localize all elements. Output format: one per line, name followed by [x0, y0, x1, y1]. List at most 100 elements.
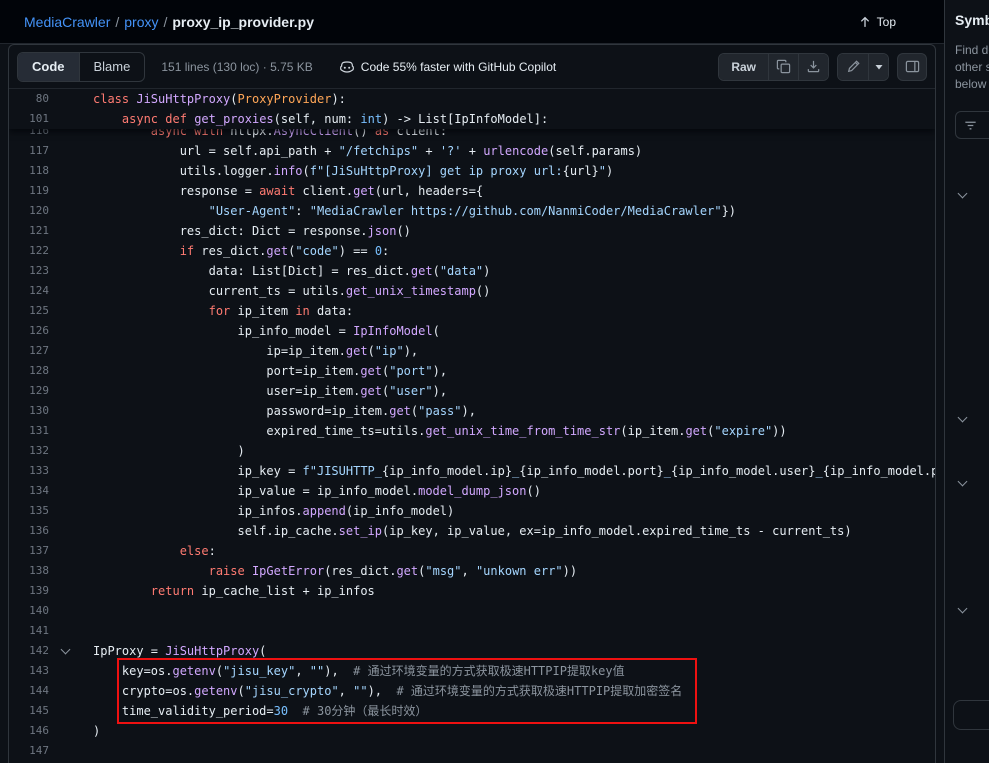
- chevron-down-icon[interactable]: [958, 477, 968, 487]
- symbols-filter-input[interactable]: [955, 111, 989, 139]
- code-line: 147: [9, 741, 935, 761]
- code-text: "User-Agent": "MediaCrawler https://gith…: [77, 201, 736, 221]
- chevron-slot: [57, 221, 77, 241]
- line-number[interactable]: 119: [9, 181, 57, 201]
- breadcrumb-dir-link[interactable]: proxy: [124, 14, 158, 30]
- line-number[interactable]: 136: [9, 521, 57, 541]
- chevron-down-icon: [874, 62, 884, 72]
- chevron-slot: [57, 321, 77, 341]
- tab-blame[interactable]: Blame: [80, 53, 145, 81]
- line-number[interactable]: 147: [9, 741, 57, 761]
- code-line: 135 ip_infos.append(ip_info_model): [9, 501, 935, 521]
- edit-dropdown-button[interactable]: [868, 54, 888, 80]
- code-text: res_dict: Dict = response.json(): [77, 221, 411, 241]
- line-number[interactable]: 145: [9, 701, 57, 721]
- line-number[interactable]: 142: [9, 641, 57, 661]
- line-number[interactable]: 129: [9, 381, 57, 401]
- line-number[interactable]: 124: [9, 281, 57, 301]
- code-text: url = self.api_path + "/fetchips" + '?' …: [77, 141, 642, 161]
- symbols-panel-item[interactable]: [953, 700, 989, 730]
- code-line: 118 utils.logger.info(f"[JiSuHttpProxy] …: [9, 161, 935, 181]
- copy-button[interactable]: [768, 54, 798, 80]
- line-number[interactable]: 132: [9, 441, 57, 461]
- line-number[interactable]: 122: [9, 241, 57, 261]
- code-text: utils.logger.info(f"[JiSuHttpProxy] get …: [77, 161, 613, 181]
- download-icon: [806, 59, 821, 74]
- code-line: 125 for ip_item in data:: [9, 301, 935, 321]
- chevron-slot: [57, 681, 77, 701]
- copilot-banner[interactable]: Code 55% faster with GitHub Copilot: [339, 59, 556, 75]
- edit-button[interactable]: [838, 54, 868, 80]
- line-number[interactable]: 120: [9, 201, 57, 221]
- line-number[interactable]: 118: [9, 161, 57, 181]
- code-text: ip_value = ip_info_model.model_dump_json…: [77, 481, 541, 501]
- code-line: 130 password=ip_item.get("pass"),: [9, 401, 935, 421]
- line-number[interactable]: 141: [9, 621, 57, 641]
- code-line: 136 self.ip_cache.set_ip(ip_key, ip_valu…: [9, 521, 935, 541]
- copy-icon: [776, 59, 791, 74]
- code-line: 146): [9, 721, 935, 741]
- code-line: 129 user=ip_item.get("user"),: [9, 381, 935, 401]
- line-number[interactable]: 137: [9, 541, 57, 561]
- chevron-down-icon[interactable]: [958, 604, 968, 614]
- code-blame-toggle: Code Blame: [17, 52, 145, 82]
- sticky-code-line: 80class JiSuHttpProxy(ProxyProvider):: [9, 89, 935, 109]
- line-number[interactable]: 144: [9, 681, 57, 701]
- line-number[interactable]: 135: [9, 501, 57, 521]
- chevron-slot: [57, 361, 77, 381]
- collapse-chevron-icon[interactable]: [57, 641, 77, 661]
- code-text: if res_dict.get("code") == 0:: [77, 241, 389, 261]
- line-number[interactable]: 143: [9, 661, 57, 681]
- chevron-slot: [57, 381, 77, 401]
- line-number[interactable]: 80: [9, 89, 57, 109]
- line-number[interactable]: 146: [9, 721, 57, 741]
- code-text: expired_time_ts=utils.get_unix_time_from…: [77, 421, 787, 441]
- symbols-panel-toggle[interactable]: [897, 53, 927, 81]
- line-number[interactable]: 130: [9, 401, 57, 421]
- line-number[interactable]: 140: [9, 601, 57, 621]
- code-line: 124 current_ts = utils.get_unix_timestam…: [9, 281, 935, 301]
- code-text: return ip_cache_list + ip_infos: [77, 581, 375, 601]
- line-number[interactable]: 134: [9, 481, 57, 501]
- line-number[interactable]: 126: [9, 321, 57, 341]
- tab-code[interactable]: Code: [18, 53, 80, 81]
- line-number[interactable]: 127: [9, 341, 57, 361]
- code-line: 139 return ip_cache_list + ip_infos: [9, 581, 935, 601]
- chevron-down-icon[interactable]: [958, 413, 968, 423]
- scroll-to-top-button[interactable]: Top: [858, 15, 896, 29]
- line-number[interactable]: 123: [9, 261, 57, 281]
- chevron-slot: [57, 521, 77, 541]
- line-number[interactable]: 139: [9, 581, 57, 601]
- chevron-slot: [57, 661, 77, 681]
- line-number[interactable]: 138: [9, 561, 57, 581]
- code-text: [77, 741, 93, 761]
- line-number[interactable]: 101: [9, 109, 57, 129]
- breadcrumb: MediaCrawler/proxy/proxy_ip_provider.py: [24, 14, 314, 30]
- line-number[interactable]: 117: [9, 141, 57, 161]
- breadcrumb-filename: proxy_ip_provider.py: [172, 14, 314, 30]
- chevron-slot: [57, 501, 77, 521]
- chevron-slot: [57, 201, 77, 221]
- breadcrumb-separator: /: [115, 14, 119, 30]
- code-text: current_ts = utils.get_unix_timestamp(): [77, 281, 490, 301]
- code-text: ): [77, 721, 100, 741]
- line-number[interactable]: 131: [9, 421, 57, 441]
- arrow-up-icon: [858, 15, 872, 29]
- chevron-slot: [57, 89, 77, 109]
- line-number[interactable]: 121: [9, 221, 57, 241]
- chevron-down-icon[interactable]: [958, 189, 968, 199]
- code-text: key=os.getenv("jisu_key", ""), # 通过环境变量的…: [77, 661, 625, 681]
- line-number[interactable]: 125: [9, 301, 57, 321]
- line-number[interactable]: 133: [9, 461, 57, 481]
- raw-button[interactable]: Raw: [719, 54, 768, 80]
- code-line: 126 ip_info_model = IpInfoModel(: [9, 321, 935, 341]
- line-number[interactable]: 128: [9, 361, 57, 381]
- code-text: self.ip_cache.set_ip(ip_key, ip_value, e…: [77, 521, 852, 541]
- code-text: ): [77, 441, 245, 461]
- download-button[interactable]: [798, 54, 828, 80]
- code-line: 140: [9, 601, 935, 621]
- code-text: user=ip_item.get("user"),: [77, 381, 447, 401]
- symbols-panel: Symbols Find definitions and references …: [944, 0, 989, 763]
- breadcrumb-repo-link[interactable]: MediaCrawler: [24, 14, 110, 30]
- code-line: 133 ip_key = f"JISUHTTP_{ip_info_model.i…: [9, 461, 935, 481]
